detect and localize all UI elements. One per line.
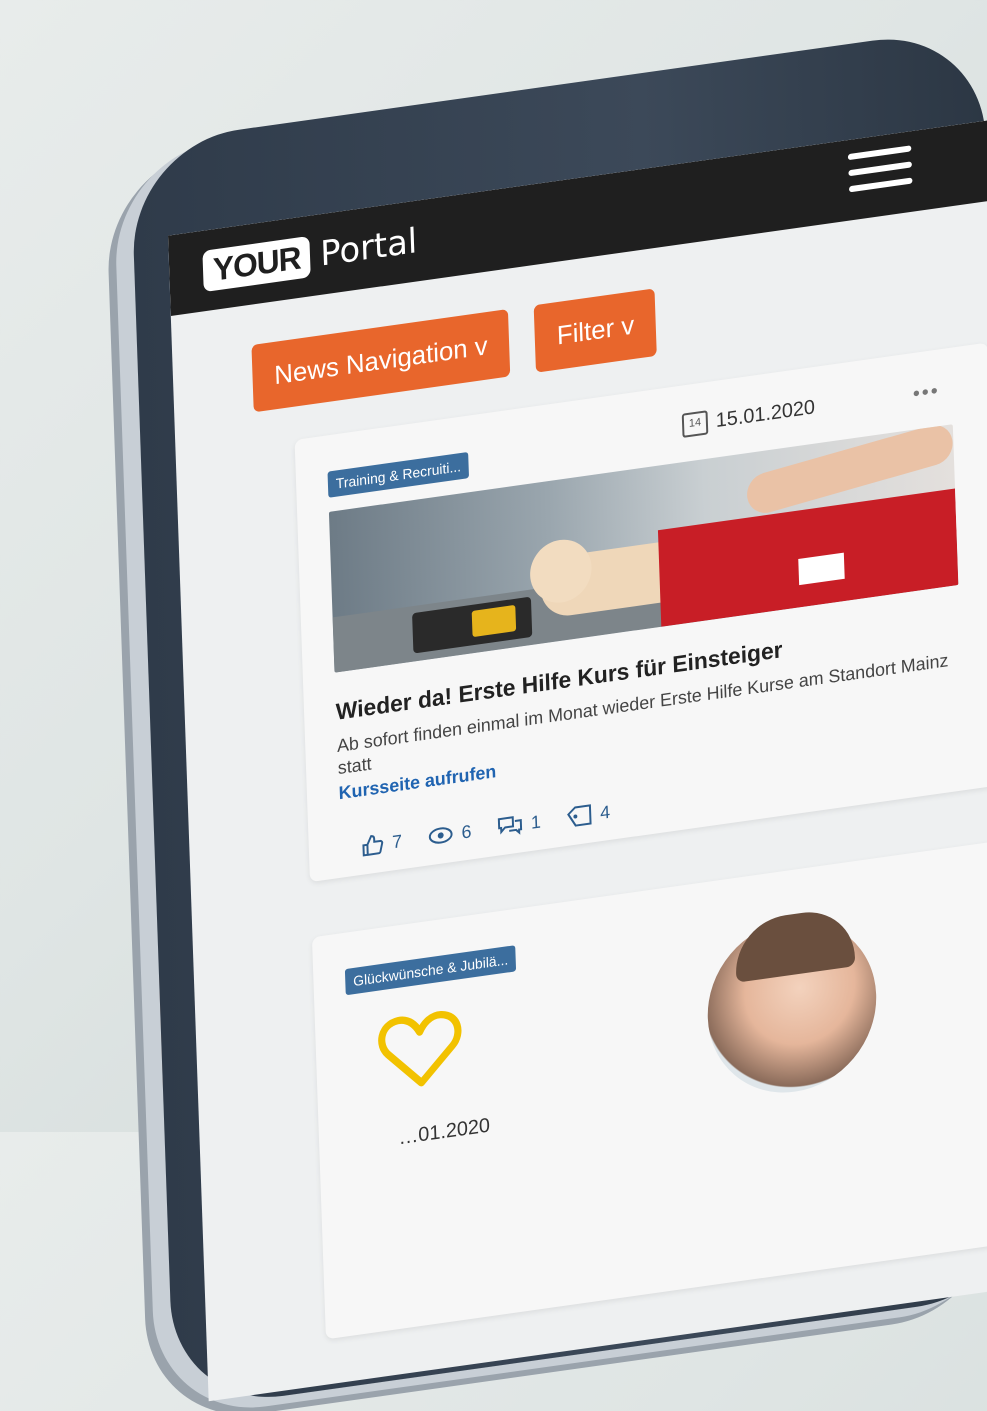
likes-count: 7 [391, 830, 403, 852]
news-navigation-label: News Navigation [273, 332, 469, 391]
tag-icon [567, 804, 592, 827]
news-card[interactable]: Training & Recruiti... 14 15.01.2020 •••… [294, 342, 987, 883]
smartphone: YOUR Portal News Navigation v Filter v T… [130, 25, 987, 1411]
tags-count: 4 [599, 801, 611, 823]
brand-name: Portal [319, 220, 418, 275]
views-stat: 6 [427, 819, 472, 849]
heart-icon[interactable] [374, 997, 466, 1100]
news-card[interactable]: Glückwünsche & Jubilä... …01.2020 [311, 839, 987, 1340]
eye-icon [428, 827, 453, 844]
likes-stat[interactable]: 7 [360, 829, 402, 859]
news-stats: 7 6 1 4 [360, 800, 610, 859]
comment-icon [497, 816, 523, 835]
filter-label: Filter [556, 312, 615, 351]
date-text: 15.01.2020 [715, 395, 816, 432]
comments-stat[interactable]: 1 [497, 809, 541, 839]
brand-logo[interactable]: YOUR [202, 235, 312, 292]
category-badge[interactable]: Training & Recruiti... [327, 451, 470, 498]
news-date: 14 15.01.2020 [681, 395, 816, 438]
tags-stat[interactable]: 4 [566, 800, 610, 830]
comments-count: 1 [530, 810, 542, 833]
chevron-down-icon: v [620, 309, 635, 342]
news-navigation-button[interactable]: News Navigation v [251, 308, 511, 413]
calendar-icon: 14 [681, 410, 709, 438]
phone-screen: YOUR Portal News Navigation v Filter v T… [167, 115, 987, 1402]
thumbs-up-icon [362, 835, 384, 857]
filter-button[interactable]: Filter v [533, 288, 658, 373]
hamburger-menu-icon[interactable] [847, 145, 913, 198]
views-count: 6 [461, 820, 472, 843]
news-date: …01.2020 [398, 1114, 491, 1150]
chevron-down-icon: v [474, 330, 489, 363]
category-badge[interactable]: Glückwünsche & Jubilä... [344, 945, 517, 996]
more-options-icon[interactable]: ••• [913, 380, 941, 407]
